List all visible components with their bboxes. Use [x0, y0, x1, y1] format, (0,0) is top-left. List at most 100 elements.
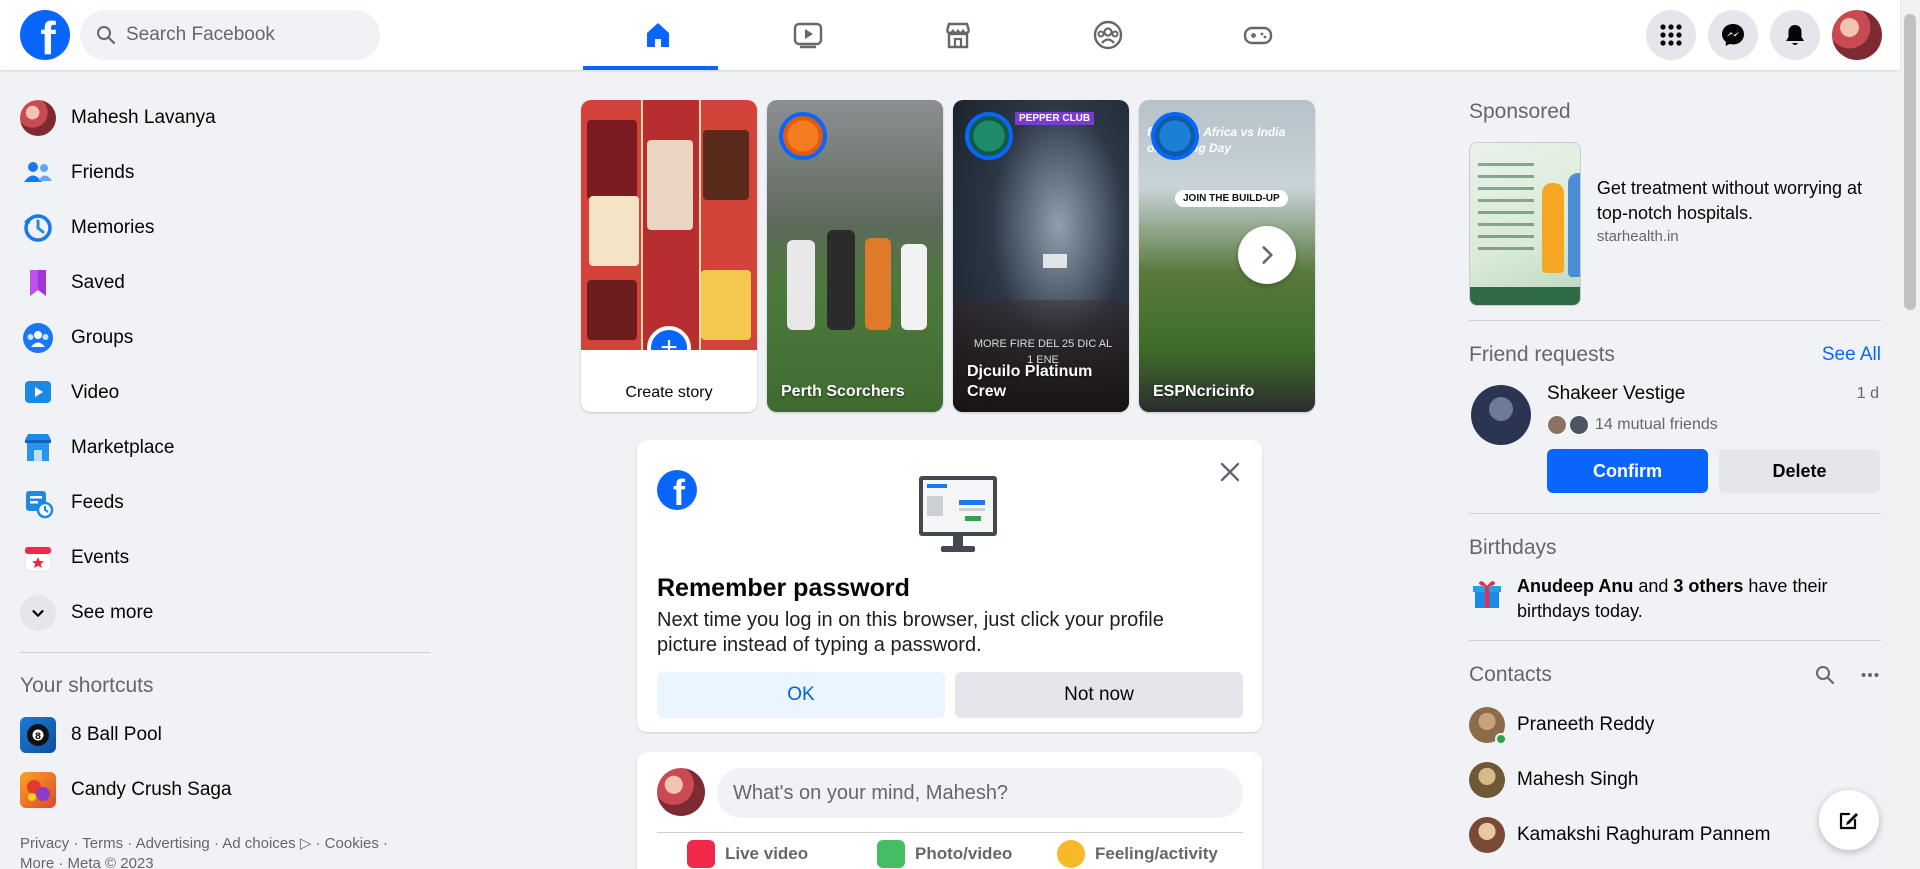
groups-icon: [20, 320, 56, 356]
contact-item[interactable]: Mahesh Singh: [1469, 752, 1881, 807]
sidebar-item-marketplace[interactable]: Marketplace: [12, 420, 442, 475]
facebook-logo[interactable]: f: [20, 10, 70, 60]
contact-item[interactable]: Praneeth Reddy: [1469, 697, 1881, 752]
story-avatar: [1151, 112, 1199, 160]
video-icon: [20, 375, 56, 411]
confirm-button[interactable]: Confirm: [1547, 449, 1708, 493]
tab-gaming[interactable]: [1183, 0, 1333, 70]
menu-button[interactable]: [1646, 10, 1696, 60]
shortcut-candy-crush[interactable]: Candy Crush Saga: [12, 762, 442, 817]
friend-request-name[interactable]: Shakeer Vestige: [1547, 383, 1685, 405]
avatar[interactable]: [1471, 385, 1531, 445]
avatar[interactable]: [657, 768, 705, 816]
action-label: Feeling/activity: [1095, 844, 1218, 863]
right-rail: Sponsored Get treatment without worrying…: [1469, 90, 1881, 862]
mutual-friend-avatar: [1547, 415, 1567, 435]
shortcuts-heading: Your shortcuts: [20, 674, 154, 697]
search-bar[interactable]: [80, 10, 380, 60]
contact-name: Mahesh Singh: [1517, 768, 1639, 790]
sponsored-ad[interactable]: Get treatment without worrying at top-no…: [1469, 142, 1881, 308]
stories-next-button[interactable]: [1238, 226, 1296, 284]
sponsored-heading-label: Sponsored: [1469, 100, 1571, 123]
ad-image: [1469, 142, 1581, 306]
tab-video[interactable]: [733, 0, 883, 70]
search-input[interactable]: [126, 24, 356, 46]
scrollbar-thumb[interactable]: [1904, 14, 1916, 310]
sidebar-item-video[interactable]: Video: [12, 365, 442, 420]
notifications-button[interactable]: [1770, 10, 1820, 60]
feeling-emoji-icon: [1057, 840, 1085, 868]
account-avatar[interactable]: [1832, 10, 1882, 60]
sidebar-item-memories[interactable]: Memories: [12, 200, 442, 255]
sidebar-see-more[interactable]: See more: [12, 585, 442, 640]
tab-groups[interactable]: [1033, 0, 1183, 70]
right-divider: [1469, 640, 1881, 641]
search-icon[interactable]: [1815, 665, 1835, 685]
photo-video-button[interactable]: Photo/video: [877, 840, 1012, 868]
photo-video-icon: [877, 840, 905, 868]
live-video-button[interactable]: Live video: [687, 840, 808, 868]
mutual-friend-avatar: [1569, 415, 1589, 435]
sidebar-item-friends[interactable]: Friends: [12, 145, 442, 200]
live-video-icon: [687, 840, 715, 868]
not-now-button[interactable]: Not now: [955, 672, 1243, 718]
delete-button[interactable]: Delete: [1719, 449, 1880, 493]
footer-line[interactable]: Privacy · Terms · Advertising · Ad choic…: [20, 834, 440, 854]
contacts-heading: Contacts: [1469, 663, 1552, 686]
remember-password-card: f Remember password Next time you log in…: [637, 440, 1262, 732]
ad-url: starhealth.in: [1596, 228, 1679, 245]
facebook-logo: f: [657, 470, 697, 510]
gaming-controller-icon: [1243, 26, 1273, 45]
sidebar-item-label: Feeds: [71, 491, 124, 513]
create-story-photo: [581, 100, 757, 350]
sidebar-item-label: Memories: [71, 216, 155, 238]
sidebar-item-label: Friends: [71, 161, 135, 183]
online-status-dot: [1495, 732, 1507, 745]
messenger-button[interactable]: [1708, 10, 1758, 60]
story-card[interactable]: Perth Scorchers: [767, 100, 943, 412]
see-all-link[interactable]: See All: [1822, 344, 1881, 366]
header-actions: [1646, 10, 1882, 60]
story-avatar: [779, 112, 827, 160]
friend-request-item: Shakeer Vestige 1 d 14 mutual friends Co…: [1469, 377, 1881, 513]
feeds-icon: [20, 485, 56, 521]
avatar: [1469, 761, 1505, 798]
action-label: Photo/video: [915, 844, 1013, 863]
footer-line[interactable]: More · Meta © 2023: [20, 854, 440, 869]
sidebar-item-feeds[interactable]: Feeds: [12, 475, 442, 530]
shortcut-8-ball-pool[interactable]: 8 8 Ball Pool: [12, 707, 442, 762]
story-card[interactable]: PEPPER CLUB MORE FIRE DEL 25 DIC AL 1 EN…: [953, 100, 1129, 412]
sidebar-item-events[interactable]: Events: [12, 530, 442, 585]
page-scrollbar[interactable]: [1900, 0, 1920, 869]
birthday-name[interactable]: Anudeep Anu: [1517, 576, 1633, 596]
tab-marketplace[interactable]: [883, 0, 1033, 70]
contact-name: Kamakshi Raghuram Pannem: [1517, 823, 1771, 845]
sidebar-item-saved[interactable]: Saved: [12, 255, 442, 310]
ok-button[interactable]: OK: [657, 672, 945, 718]
close-icon[interactable]: [1216, 458, 1244, 486]
birthday-others[interactable]: 3 others: [1673, 576, 1743, 596]
contacts-header: Contacts: [1469, 653, 1881, 697]
tab-home[interactable]: [583, 0, 733, 70]
create-story-label: Create story: [581, 350, 757, 412]
notifications-bell-icon: [1786, 25, 1804, 45]
sidebar-item-label: Marketplace: [71, 436, 175, 458]
ad-text: Get treatment without worrying at top-no…: [1596, 178, 1863, 223]
bookmark-icon: [20, 265, 56, 301]
birthday-item[interactable]: Anudeep Anu and 3 others have their birt…: [1469, 570, 1881, 636]
sidebar-item-groups[interactable]: Groups: [12, 310, 442, 365]
create-story-card[interactable]: + Create story: [581, 100, 757, 412]
more-options-icon[interactable]: [1859, 664, 1881, 686]
birthday-text: Anudeep Anu and 3 others have their birt…: [1517, 574, 1857, 624]
marketplace-icon: [20, 430, 56, 466]
feeling-activity-button[interactable]: Feeling/activity: [1057, 840, 1218, 868]
right-divider: [1469, 320, 1881, 321]
groups-icon: [1093, 20, 1123, 50]
whats-on-your-mind-input[interactable]: What's on your mind, Mahesh?: [717, 768, 1243, 818]
gift-icon: [1473, 581, 1501, 608]
composer-divider: [657, 832, 1243, 833]
new-message-button[interactable]: [1819, 790, 1879, 850]
home-icon: [647, 23, 669, 47]
sidebar-item-profile[interactable]: Mahesh Lavanya: [12, 90, 442, 145]
chevron-down-icon: [20, 594, 56, 631]
